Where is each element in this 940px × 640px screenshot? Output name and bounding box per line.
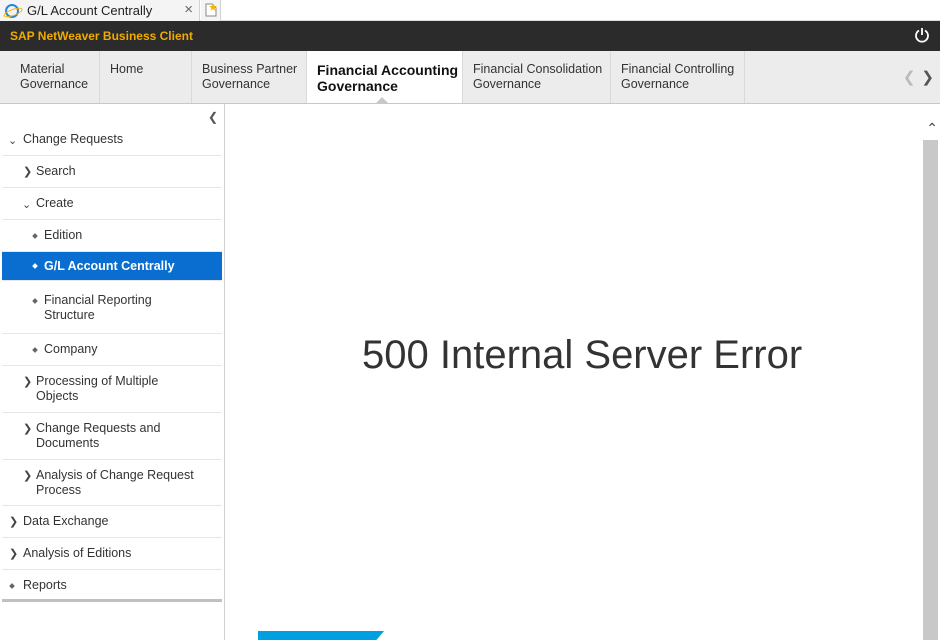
accent-bar bbox=[258, 631, 384, 640]
chevron-left-icon[interactable]: ❮ bbox=[903, 68, 916, 86]
close-tab-icon[interactable]: × bbox=[184, 1, 193, 18]
nav-material-governance[interactable]: Material Governance bbox=[10, 51, 100, 103]
sidebar: ❮ ⌄ Change Requests ❯ Search ⌄ Create Ed… bbox=[0, 104, 225, 640]
tree-item-analysis-of-editions[interactable]: ❯ Analysis of Editions bbox=[2, 538, 222, 570]
nav-business-partner-governance[interactable]: Business Partner Governance bbox=[192, 51, 307, 103]
nav-home[interactable]: Home bbox=[100, 51, 192, 103]
bullet-icon bbox=[32, 263, 38, 269]
tree-item-gl-account-centrally[interactable]: G/L Account Centrally bbox=[2, 252, 222, 281]
nav-financial-accounting-governance[interactable]: Financial Accounting Governance bbox=[307, 51, 463, 104]
chevron-right-icon: ❯ bbox=[9, 516, 19, 528]
chevron-right-icon: ❯ bbox=[9, 548, 19, 560]
tree-item-processing-of-multiple-objects[interactable]: ❯ Processing of Multiple Objects bbox=[2, 366, 222, 413]
chevron-down-icon: ⌄ bbox=[8, 135, 18, 147]
collapse-sidebar-icon[interactable]: ❮ bbox=[208, 110, 218, 124]
nav-financial-controlling-governance[interactable]: Financial Controlling Governance bbox=[611, 51, 745, 103]
new-tab-button[interactable] bbox=[201, 0, 221, 21]
top-navigation: Material Governance Home Business Partne… bbox=[0, 51, 940, 104]
bullet-icon bbox=[32, 233, 38, 239]
app-title: SAP NetWeaver Business Client bbox=[10, 29, 193, 43]
browser-tab[interactable]: G/L Account Centrally × bbox=[0, 0, 200, 21]
tree-item-data-exchange[interactable]: ❯ Data Exchange bbox=[2, 506, 222, 538]
bullet-icon bbox=[32, 347, 38, 353]
tree-item-change-requests[interactable]: ⌄ Change Requests bbox=[2, 124, 222, 156]
tree-item-company[interactable]: Company bbox=[2, 334, 222, 366]
nav-financial-consolidation-governance[interactable]: Financial Consolidation Governance bbox=[463, 51, 611, 103]
bullet-icon bbox=[32, 298, 38, 304]
browser-tab-title: G/L Account Centrally bbox=[27, 3, 153, 18]
main-content: 500 Internal Server Error ⌃ bbox=[226, 104, 940, 640]
vertical-scrollbar[interactable] bbox=[923, 140, 938, 640]
chevron-right-icon: ❯ bbox=[23, 470, 33, 482]
navigation-tree: ⌄ Change Requests ❯ Search ⌄ Create Edit… bbox=[2, 124, 222, 602]
tree-item-search[interactable]: ❯ Search bbox=[2, 156, 222, 188]
tree-item-change-requests-and-documents[interactable]: ❯ Change Requests and Documents bbox=[2, 413, 222, 460]
tree-item-analysis-of-change-request-process[interactable]: ❯ Analysis of Change Request Process bbox=[2, 460, 222, 506]
new-tab-icon bbox=[205, 3, 217, 17]
browser-tab-strip: G/L Account Centrally × bbox=[0, 0, 940, 21]
chevron-right-icon: ❯ bbox=[23, 423, 33, 435]
tree-item-create[interactable]: ⌄ Create bbox=[2, 188, 222, 220]
power-icon[interactable] bbox=[914, 27, 930, 48]
app-header: SAP NetWeaver Business Client bbox=[0, 21, 940, 51]
chevron-right-icon[interactable]: ❯ bbox=[921, 68, 934, 86]
nav-scroll-arrows: ❮ ❯ bbox=[903, 68, 934, 86]
chevron-down-icon: ⌄ bbox=[22, 199, 32, 211]
chevron-right-icon: ❯ bbox=[23, 166, 33, 178]
error-message: 500 Internal Server Error bbox=[362, 333, 803, 377]
scroll-up-icon[interactable]: ⌃ bbox=[926, 120, 938, 137]
sidebar-horizontal-scrollbar[interactable] bbox=[2, 599, 222, 602]
chevron-right-icon: ❯ bbox=[23, 376, 33, 388]
tree-item-edition[interactable]: Edition bbox=[2, 220, 222, 252]
bullet-icon bbox=[9, 583, 15, 589]
internet-explorer-icon bbox=[5, 3, 19, 18]
tree-item-financial-reporting-structure[interactable]: Financial Reporting Structure bbox=[2, 284, 222, 334]
tree-item-reports[interactable]: Reports bbox=[2, 570, 222, 602]
